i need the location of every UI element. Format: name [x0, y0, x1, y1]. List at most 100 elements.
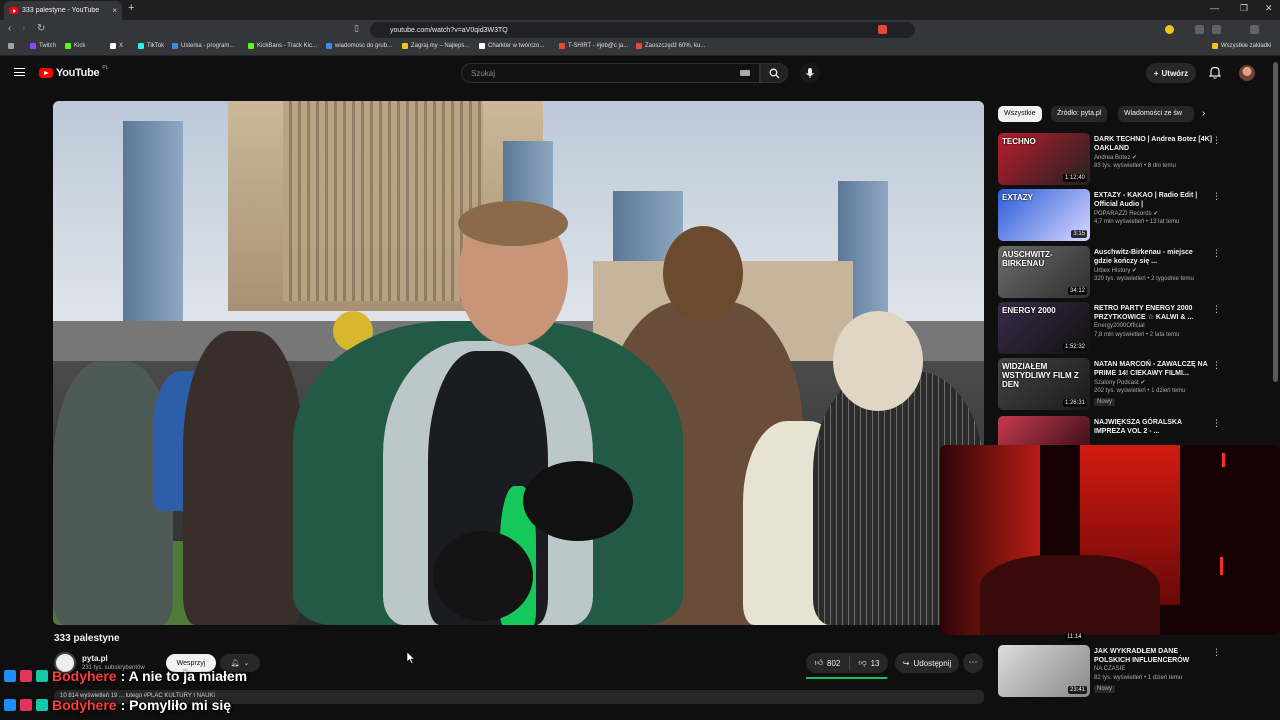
- bookmark-kick[interactable]: Kick: [65, 43, 85, 49]
- maximize-button[interactable]: ❐: [1240, 3, 1248, 14]
- recommendation-channel[interactable]: Szalony Podcast ✔: [1094, 379, 1145, 386]
- menu-icon[interactable]: [1250, 25, 1259, 34]
- recommendation-item[interactable]: 23:41 JAK WYKRADŁEM DANE POLSKICH INFLUEN…: [998, 645, 1273, 697]
- close-window-button[interactable]: ✕: [1265, 3, 1273, 14]
- bookmark-x[interactable]: X: [110, 43, 123, 49]
- new-tab-button[interactable]: +: [128, 2, 134, 14]
- url-text: youtube.com/watch?v=aV0qid3W3TQ: [390, 26, 508, 34]
- notifications-bell-icon[interactable]: [1209, 66, 1221, 79]
- address-bar[interactable]: youtube.com/watch?v=aV0qid3W3TQ: [370, 22, 915, 38]
- plus-icon: +: [1153, 68, 1159, 78]
- keyboard-icon[interactable]: [740, 70, 750, 76]
- create-button[interactable]: + Utwórz: [1146, 63, 1196, 83]
- forward-icon[interactable]: ›: [22, 23, 25, 34]
- bookmark-tiktok[interactable]: TikTok: [138, 43, 164, 49]
- recommendation-thumbnail[interactable]: 23:41: [998, 645, 1090, 697]
- more-options-icon[interactable]: ⋮: [1212, 191, 1221, 202]
- thumbnail-text: EXTAZY: [1002, 193, 1033, 202]
- recommendation-item[interactable]: AUSCHWITZ-BIRKENAU 34:12 Auschwitz-Birkena…: [998, 246, 1273, 298]
- thumbnail-text: AUSCHWITZ-BIRKENAU: [1002, 250, 1053, 268]
- video-frame-palace-facade: [283, 101, 483, 301]
- recommendation-thumbnail[interactable]: EXTAZY 3:15: [998, 189, 1090, 241]
- recommendation-item[interactable]: EXTAZY 3:15 EXTAZY - KAKAO | Radio Edit | …: [998, 189, 1273, 241]
- recommendation-thumbnail[interactable]: TECHNO 1:12:40: [998, 133, 1090, 185]
- more-options-icon[interactable]: ⋮: [1212, 418, 1221, 429]
- recommendation-title[interactable]: NATAN MARCOŃ - ZAWALCZĘ NA PRIME 14! CIE…: [1094, 360, 1212, 378]
- recommendation-thumbnail[interactable]: ENERGY 2000 1:52:32: [998, 302, 1090, 354]
- extension-icon[interactable]: [1195, 25, 1204, 34]
- more-actions-button[interactable]: ⋯: [963, 653, 983, 673]
- chip-source[interactable]: Źródło: pyta.pl: [1051, 106, 1108, 122]
- bookmark-zagraj[interactable]: Zagraj.my – Najleps...: [402, 43, 469, 49]
- voice-search-button[interactable]: [800, 63, 820, 83]
- minimize-button[interactable]: —: [1210, 3, 1219, 13]
- apps-icon[interactable]: [8, 43, 14, 49]
- thumbnail-text: TECHNO: [1002, 137, 1036, 146]
- recommendation-title[interactable]: DARK TECHNO | Andrea Botez [4K] OAKLAND: [1094, 135, 1212, 153]
- recommendation-title[interactable]: NAJWIĘKSZA GÓRALSKA IMPREZA VOL 2 - ...: [1094, 418, 1212, 436]
- more-options-icon[interactable]: ⋮: [1212, 360, 1221, 371]
- chat-badge-icon: [36, 699, 48, 711]
- more-options-icon[interactable]: ⋮: [1212, 304, 1221, 315]
- bookmark-usterka[interactable]: Usterka - program...: [172, 43, 234, 49]
- recommendation-thumbnail[interactable]: WIDZIAŁEM WSTYDLIWY FILM Z DEN 1:26:31: [998, 358, 1090, 410]
- video-frame-glove: [433, 531, 533, 621]
- youtube-play-icon: [39, 68, 53, 78]
- recommendation-thumbnail[interactable]: AUSCHWITZ-BIRKENAU 34:12: [998, 246, 1090, 298]
- bookmark-wiadomosc[interactable]: wiadomosc do grub...: [326, 43, 392, 49]
- brave-shield-icon[interactable]: [878, 25, 887, 34]
- bookmark-icon[interactable]: ▯: [354, 23, 359, 34]
- back-icon[interactable]: ‹: [8, 23, 11, 34]
- recommendation-channel[interactable]: NA CZASIE: [1094, 666, 1125, 672]
- sidebar-scrollbar[interactable]: [1273, 62, 1278, 382]
- search-button[interactable]: [760, 63, 788, 83]
- bookmark-twitch[interactable]: Twitch: [30, 43, 56, 49]
- chip-next-arrow-icon[interactable]: ›: [1198, 106, 1209, 122]
- more-options-icon[interactable]: ⋮: [1212, 647, 1221, 658]
- bookmark-charakter[interactable]: Charkter w twórczo...: [479, 43, 544, 49]
- recommendation-channel[interactable]: Energy2000Official: [1094, 323, 1145, 329]
- like-button[interactable]: 👍︎ 802: [806, 656, 850, 670]
- bookmark-zaoszczedz[interactable]: Zaoszczędź 60%, ku...: [636, 43, 705, 49]
- video-player[interactable]: [53, 101, 984, 625]
- browser-tab[interactable]: 333 palestyne - YouTube ×: [4, 1, 122, 20]
- webcam-overlay: [940, 445, 1280, 635]
- share-button[interactable]: ↪ Udostępnij: [895, 653, 959, 673]
- recommendation-channel[interactable]: Urbex History ✔: [1094, 267, 1137, 274]
- recommendation-title[interactable]: EXTAZY - KAKAO | Radio Edit | Official A…: [1094, 191, 1212, 209]
- video-duration: 1:26:31: [1062, 399, 1087, 407]
- chip-news[interactable]: Wiadomości ze św: [1118, 106, 1194, 122]
- bookmark-tshirt[interactable]: T-SHIRT - #jeb@c ja...: [559, 43, 628, 49]
- recommendation-item[interactable]: TECHNO 1:12:40 DARK TECHNO | Andrea Botez …: [998, 133, 1273, 185]
- extension-icon[interactable]: [1165, 25, 1174, 34]
- tab-close-icon[interactable]: ×: [112, 6, 117, 15]
- account-avatar[interactable]: [1239, 65, 1255, 81]
- menu-hamburger-icon[interactable]: [14, 68, 25, 76]
- more-options-icon[interactable]: ⋮: [1212, 135, 1221, 146]
- video-duration: 3:15: [1071, 230, 1087, 238]
- recommendation-title[interactable]: Auschwitz-Birkenau - miejsce gdzie kończ…: [1094, 248, 1212, 266]
- recommendation-item[interactable]: ENERGY 2000 1:52:32 RETRO PARTY ENERGY 200…: [998, 302, 1273, 354]
- bookmark-kickbans[interactable]: KickBans - Track Kic...: [248, 43, 317, 49]
- youtube-logo[interactable]: YouTube PL: [39, 65, 108, 79]
- more-options-icon[interactable]: ⋮: [1212, 248, 1221, 259]
- dislike-button[interactable]: 👎︎ 13: [850, 658, 888, 668]
- recommendation-title[interactable]: JAK WYKRADŁEM DANE POLSKICH INFLUENCERÓW: [1094, 647, 1212, 665]
- recommendation-title[interactable]: RETRO PARTY ENERGY 2000 PRZYTKOWICE ☆ KA…: [1094, 304, 1212, 322]
- reload-icon[interactable]: ↻: [37, 23, 45, 34]
- recommendation-channel[interactable]: Andrea Botez ✔: [1094, 154, 1137, 161]
- video-duration: 34:12: [1067, 287, 1087, 295]
- chevron-down-icon: ⌄: [243, 660, 250, 667]
- chip-all[interactable]: Wszystkie: [998, 106, 1042, 122]
- recommendation-channel[interactable]: POPARAZZI Records ✔: [1094, 210, 1158, 217]
- dislike-count: 13: [870, 658, 880, 668]
- new-badge: Nowy: [1094, 685, 1116, 693]
- recommendation-meta: 4,7 mln wyświetleń • 13 lat temu: [1094, 219, 1180, 225]
- bookmarks-bar: Twitch Kick X TikTok Usterka - program..…: [0, 40, 1280, 56]
- channel-name[interactable]: pyta.pl: [82, 654, 108, 663]
- recommendation-item[interactable]: WIDZIAŁEM WSTYDLIWY FILM Z DEN 1:26:31 NAT…: [998, 358, 1273, 410]
- extensions-puzzle-icon[interactable]: [1212, 25, 1221, 34]
- search-input[interactable]: Szukaj: [461, 63, 760, 83]
- bookmarks-folder[interactable]: Wszystkie zakładki: [1212, 43, 1271, 49]
- chat-message: Bodyhere : Pomyliło mi się: [4, 697, 231, 713]
